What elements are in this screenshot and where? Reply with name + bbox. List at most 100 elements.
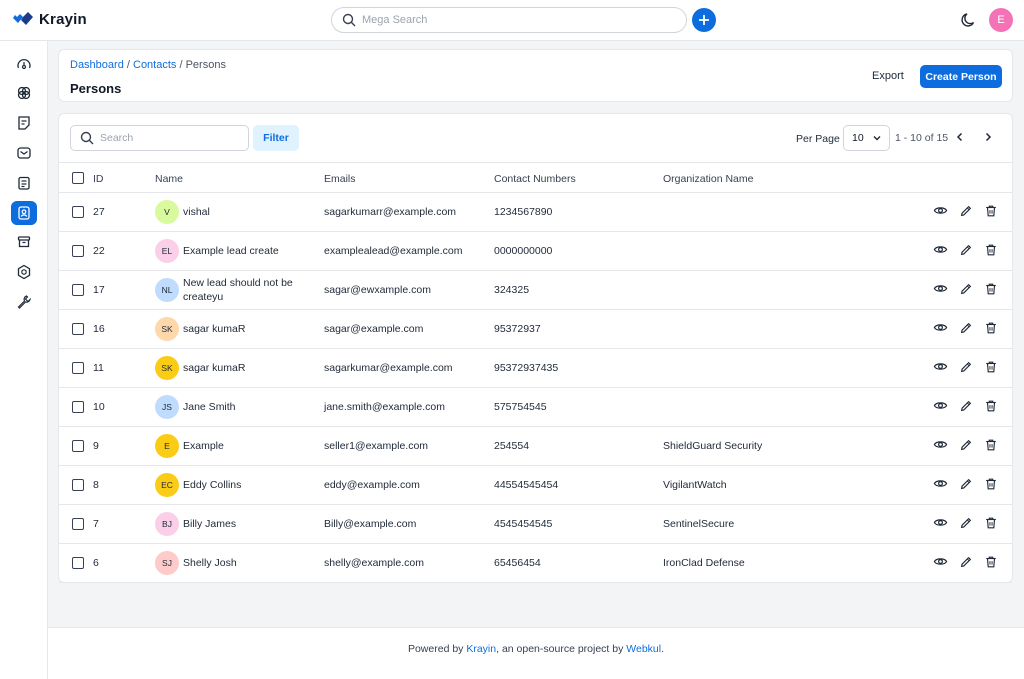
row-checkbox[interactable] — [72, 479, 84, 491]
column-organization-name[interactable]: Organization Name — [663, 173, 753, 185]
table-row[interactable]: 10 JS Jane Smith jane.smith@example.com 5757… — [59, 388, 1012, 427]
delete-button[interactable] — [984, 555, 998, 572]
edit-button[interactable] — [959, 243, 973, 260]
view-button[interactable] — [933, 554, 948, 572]
table-row[interactable]: 9 E Example seller1@example.com 254554 Shield… — [59, 427, 1012, 466]
trash-icon — [986, 322, 996, 333]
table-row[interactable]: 27 Vvishal sagarkumarr@example.com 12345678… — [59, 193, 1012, 232]
view-button[interactable] — [933, 320, 948, 338]
row-name: Example — [183, 440, 224, 452]
next-page-button[interactable] — [982, 131, 994, 146]
delete-button[interactable] — [984, 438, 998, 455]
krayin-logo-icon — [13, 11, 33, 25]
mega-search[interactable] — [331, 7, 687, 33]
breadcrumb-contacts[interactable]: Contacts — [133, 59, 176, 71]
footer-webkul-link[interactable]: Webkul — [626, 643, 661, 655]
row-name: vishal — [183, 206, 210, 218]
view-button[interactable] — [933, 476, 948, 494]
sidebar-item-leads[interactable] — [11, 81, 37, 105]
avatar: BJ — [155, 512, 179, 536]
edit-button[interactable] — [959, 516, 973, 533]
edit-button[interactable] — [959, 555, 973, 572]
table-row[interactable]: 16 SK sagar kumaR sagar@example.com 95372937 — [59, 310, 1012, 349]
delete-button[interactable] — [984, 321, 998, 338]
breadcrumb-dashboard[interactable]: Dashboard — [70, 59, 124, 71]
table-row[interactable]: 11 SK sagar kumaR sagarkumar@example.com 953… — [59, 349, 1012, 388]
delete-button[interactable] — [984, 477, 998, 494]
sidebar-item-settings[interactable] — [11, 260, 37, 284]
user-avatar[interactable]: E — [989, 8, 1013, 32]
export-button[interactable]: Export — [872, 70, 904, 82]
view-button[interactable] — [933, 242, 948, 260]
create-person-button[interactable]: Create Person — [920, 65, 1002, 88]
delete-button[interactable] — [984, 360, 998, 377]
sidebar-item-products[interactable] — [11, 230, 37, 254]
column-contact-numbers[interactable]: Contact Numbers — [494, 173, 576, 185]
edit-button[interactable] — [959, 282, 973, 299]
view-button[interactable] — [933, 203, 948, 221]
filter-button[interactable]: Filter — [253, 125, 299, 151]
edit-button[interactable] — [959, 360, 973, 377]
sidebar-item-activities[interactable] — [11, 171, 37, 195]
row-checkbox[interactable] — [72, 323, 84, 335]
per-page-select[interactable]: 10 — [843, 125, 890, 151]
row-checkbox[interactable] — [72, 401, 84, 413]
delete-button[interactable] — [984, 282, 998, 299]
row-id: 22 — [93, 245, 105, 257]
row-contact-number: 254554 — [494, 440, 530, 452]
table-search[interactable] — [70, 125, 249, 151]
delete-button[interactable] — [984, 243, 998, 260]
delete-button[interactable] — [984, 399, 998, 416]
row-id: 11 — [93, 362, 104, 374]
row-checkbox[interactable] — [72, 518, 84, 530]
row-checkbox[interactable] — [72, 440, 84, 452]
select-all-checkbox[interactable] — [72, 172, 84, 184]
row-checkbox[interactable] — [72, 557, 84, 569]
table-row[interactable]: 8 EC Eddy Collins eddy@example.com 445545454… — [59, 466, 1012, 505]
table-row[interactable]: 6 SJ Shelly Josh shelly@example.com 65456454… — [59, 544, 1012, 583]
quick-create-button[interactable] — [692, 8, 716, 32]
row-name: Jane Smith — [183, 401, 236, 413]
edit-button[interactable] — [959, 438, 973, 455]
delete-button[interactable] — [984, 516, 998, 533]
row-checkbox[interactable] — [72, 362, 84, 374]
trash-icon — [986, 361, 996, 372]
row-checkbox[interactable] — [72, 245, 84, 257]
column-name[interactable]: Name — [155, 173, 183, 185]
view-button[interactable] — [933, 398, 948, 416]
logo[interactable]: Krayin — [12, 11, 87, 28]
column-emails[interactable]: Emails — [324, 173, 356, 185]
avatar: NL — [155, 278, 179, 302]
view-button[interactable] — [933, 437, 948, 455]
dark-mode-toggle[interactable] — [960, 11, 978, 32]
previous-page-button[interactable] — [954, 131, 966, 146]
edit-icon — [960, 400, 972, 411]
mail-icon — [17, 147, 31, 159]
edit-icon — [960, 556, 972, 567]
sidebar-item-quotes[interactable] — [11, 111, 37, 135]
row-checkbox[interactable] — [72, 284, 84, 296]
sidebar-item-contacts[interactable] — [11, 201, 37, 225]
table-row[interactable]: 7 BJ Billy James Billy@example.com 454545454… — [59, 505, 1012, 544]
view-button[interactable] — [933, 281, 948, 299]
mega-search-input[interactable] — [362, 14, 662, 26]
table-row[interactable]: 17 NL New lead should not be createyu sagar… — [59, 271, 1012, 310]
sidebar-item-configuration[interactable] — [11, 290, 37, 314]
edit-button[interactable] — [959, 321, 973, 338]
sidebar-item-dashboard[interactable] — [11, 52, 37, 76]
chevron-left-icon — [956, 132, 963, 142]
edit-button[interactable] — [959, 399, 973, 416]
edit-button[interactable] — [959, 204, 973, 221]
edit-icon — [960, 478, 972, 489]
footer-krayin-link[interactable]: Krayin — [466, 643, 496, 655]
view-button[interactable] — [933, 515, 948, 533]
sidebar-item-mail[interactable] — [11, 141, 37, 165]
row-checkbox[interactable] — [72, 206, 84, 218]
table-row[interactable]: 22 EL Example lead create examplealead@exam… — [59, 232, 1012, 271]
view-button[interactable] — [933, 359, 948, 377]
edit-button[interactable] — [959, 477, 973, 494]
column-id[interactable]: ID — [93, 173, 104, 185]
breadcrumb-separator: / — [176, 59, 186, 71]
delete-button[interactable] — [984, 204, 998, 221]
table-search-input[interactable] — [100, 132, 240, 144]
